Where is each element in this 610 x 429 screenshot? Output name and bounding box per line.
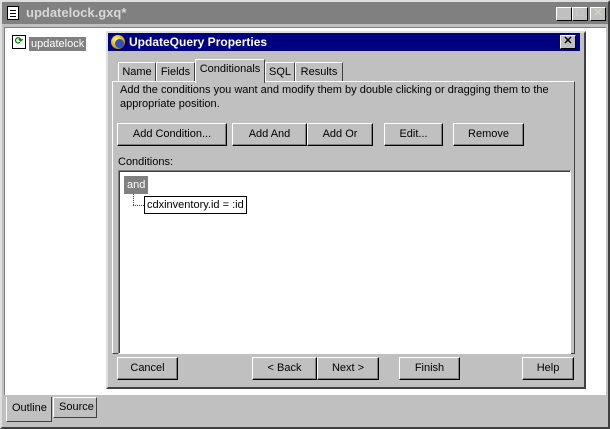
tree-node-and[interactable]: and [124,176,149,194]
back-button[interactable]: < Back [252,357,317,380]
finish-button[interactable]: Finish [399,357,460,380]
query-globe-icon [111,35,125,49]
tab-fields[interactable]: Fields [156,62,195,82]
instructions-text: Add the conditions you want and modify t… [120,84,549,110]
add-or-button[interactable]: Add Or [307,123,373,146]
help-button[interactable]: Help [522,357,574,380]
window-title: updatelock.gxq* [26,5,127,20]
dialog-title: UpdateQuery Properties [129,35,268,49]
tab-name[interactable]: Name [118,62,156,82]
tab-sql[interactable]: SQL [265,62,295,82]
dialog-titlebar[interactable]: UpdateQuery Properties ✕ [108,33,580,51]
query-icon: ⟳ [12,35,26,49]
add-and-button[interactable]: Add And [232,123,307,146]
tree-node-condition[interactable]: cdxinventory.id = :id [144,196,247,214]
outline-item-label: updatelock [29,37,87,51]
add-condition-button[interactable]: Add Condition... [117,123,227,146]
tree-connector [133,205,144,206]
tree-connector [133,194,134,205]
close-button[interactable]: ✕ [590,7,606,21]
next-button[interactable]: Next > [317,357,379,380]
tab-source[interactable]: Source [53,397,97,418]
edit-button[interactable]: Edit... [384,123,443,146]
tab-conditionals[interactable]: Conditionals [195,59,265,83]
dialog-close-button[interactable]: ✕ [560,35,576,49]
bottom-tab-bar: Outline Source [4,397,606,423]
minimize-button[interactable]: _ [556,7,572,21]
cancel-button[interactable]: Cancel [117,357,178,380]
conditions-label: Conditions: [118,156,174,168]
window-titlebar[interactable]: updatelock.gxq* _ □ ✕ [2,2,608,24]
maximize-button[interactable]: □ [572,7,588,21]
tab-outline[interactable]: Outline [6,397,52,422]
remove-button[interactable]: Remove [453,123,524,146]
tab-results[interactable]: Results [295,62,343,82]
document-icon [7,6,19,20]
